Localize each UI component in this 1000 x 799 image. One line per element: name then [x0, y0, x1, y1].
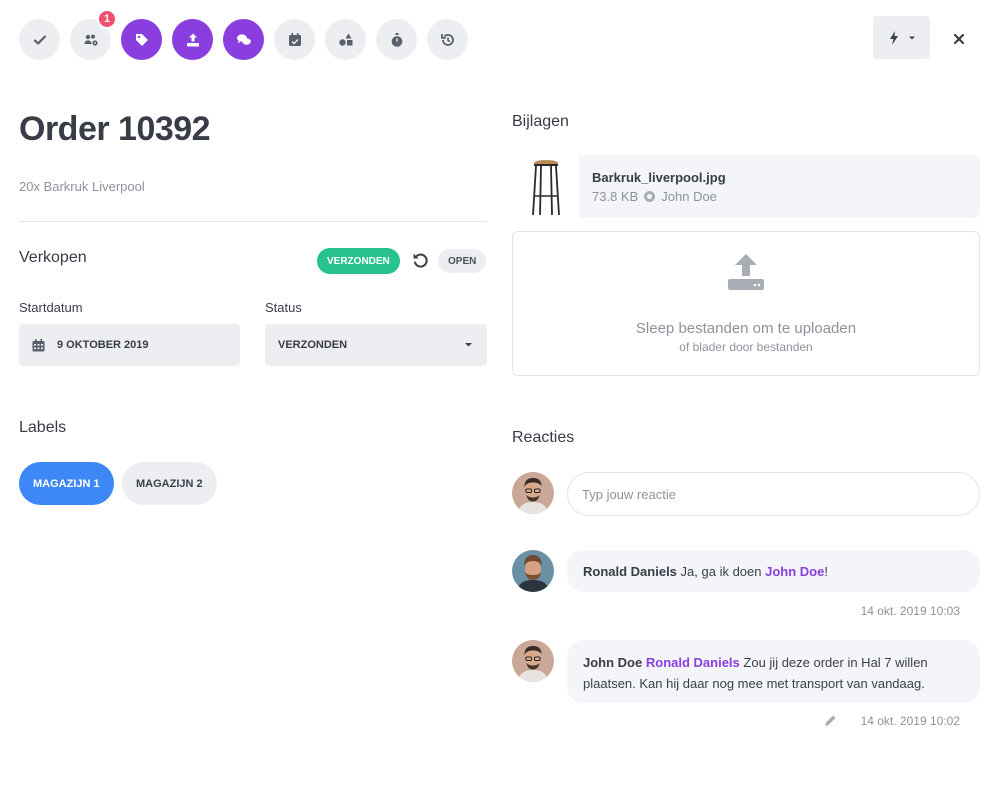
page-title: Order 10392: [19, 110, 211, 148]
comment-bubble: John Doe Ronald Daniels Zou jij deze ord…: [567, 640, 980, 703]
start-date-label: Startdatum: [19, 300, 83, 315]
sales-heading: Verkopen: [19, 249, 87, 266]
avatar: [512, 550, 554, 592]
calendar-icon: [32, 338, 45, 351]
user-circle-icon: [644, 190, 656, 202]
comment-text-end: !: [824, 564, 828, 579]
shapes-button[interactable]: [325, 19, 366, 60]
order-subtitle: 20x Barkruk Liverpool: [19, 179, 145, 194]
check-icon: [33, 34, 46, 45]
start-date-value: 9 OKTOBER 2019: [57, 339, 149, 351]
history-icon: [440, 33, 454, 46]
users-cog-icon: [84, 34, 98, 46]
comment-mention[interactable]: Ronald Daniels: [646, 655, 740, 670]
browse-files-link[interactable]: of blader door bestanden: [513, 340, 979, 354]
status-select-value: VERZONDEN: [278, 339, 348, 351]
attachment-filename[interactable]: Barkruk_liverpool.jpg: [592, 170, 726, 185]
status-open-button[interactable]: OPEN: [438, 249, 487, 273]
tag-button[interactable]: [121, 19, 162, 60]
upload-tray-icon: [728, 254, 764, 290]
close-icon: [953, 33, 965, 45]
comment-author[interactable]: John Doe: [583, 655, 642, 670]
toolbar: 1: [19, 9, 468, 60]
attachment-owner: John Doe: [661, 188, 717, 204]
comments-icon: [236, 33, 251, 45]
stopwatch-icon: [391, 32, 402, 47]
stopwatch-button[interactable]: [376, 19, 417, 60]
labels-heading: Labels: [19, 419, 67, 436]
bar-stool-image: [531, 159, 560, 215]
shapes-icon: [338, 33, 352, 46]
comment-bubble: Ronald Daniels Ja, ga ik doen John Doe!: [567, 550, 980, 592]
status-select[interactable]: VERZONDEN: [265, 324, 487, 366]
comment-timestamp: 14 okt. 2019 10:02: [860, 714, 960, 728]
team-button[interactable]: 1: [70, 9, 117, 60]
avatar: [512, 640, 554, 682]
undo-icon[interactable]: [411, 251, 429, 269]
calendar-button[interactable]: [274, 19, 315, 60]
caret-down-icon: [908, 36, 915, 39]
actions-dropdown-button[interactable]: [873, 16, 930, 59]
attachments-heading: Bijlagen: [512, 113, 569, 130]
status-label: Status: [265, 300, 302, 315]
comments-heading: Reacties: [512, 429, 575, 446]
avatar: [512, 472, 554, 514]
dropzone-instruction: Sleep bestanden om te uploaden: [635, 320, 857, 337]
comment-input[interactable]: [567, 472, 980, 516]
comment-text: Ja, ga ik doen: [680, 564, 762, 579]
upload-icon: [186, 33, 199, 46]
label-magazijn-1[interactable]: MAGAZIJN 1: [19, 462, 114, 505]
caret-down-icon: [465, 343, 472, 347]
comment-mention[interactable]: John Doe: [765, 564, 824, 579]
status-badge-shipped[interactable]: VERZONDEN: [317, 248, 400, 274]
attachment-size: 73.8 KB: [592, 188, 639, 204]
divider: [19, 221, 487, 222]
comments-button[interactable]: [223, 19, 264, 60]
tag-icon: [135, 33, 148, 46]
bolt-icon: [889, 30, 898, 45]
comment-timestamp: 14 okt. 2019 10:03: [860, 604, 960, 618]
history-button[interactable]: [427, 19, 468, 60]
attachment-item[interactable]: Barkruk_liverpool.jpg 73.8 KB John Doe: [512, 155, 980, 218]
calendar-check-icon: [288, 32, 301, 46]
upload-button[interactable]: [172, 19, 213, 60]
notification-badge: 1: [97, 9, 117, 29]
label-magazijn-2[interactable]: MAGAZIJN 2: [122, 462, 217, 505]
comment-author[interactable]: Ronald Daniels: [583, 564, 677, 579]
close-button[interactable]: [946, 26, 972, 52]
start-date-field[interactable]: 9 OKTOBER 2019: [19, 324, 240, 366]
upload-dropzone[interactable]: Sleep bestanden om te uploaden of blader…: [512, 231, 980, 376]
attachment-thumbnail: [512, 155, 579, 218]
check-button[interactable]: [19, 19, 60, 60]
